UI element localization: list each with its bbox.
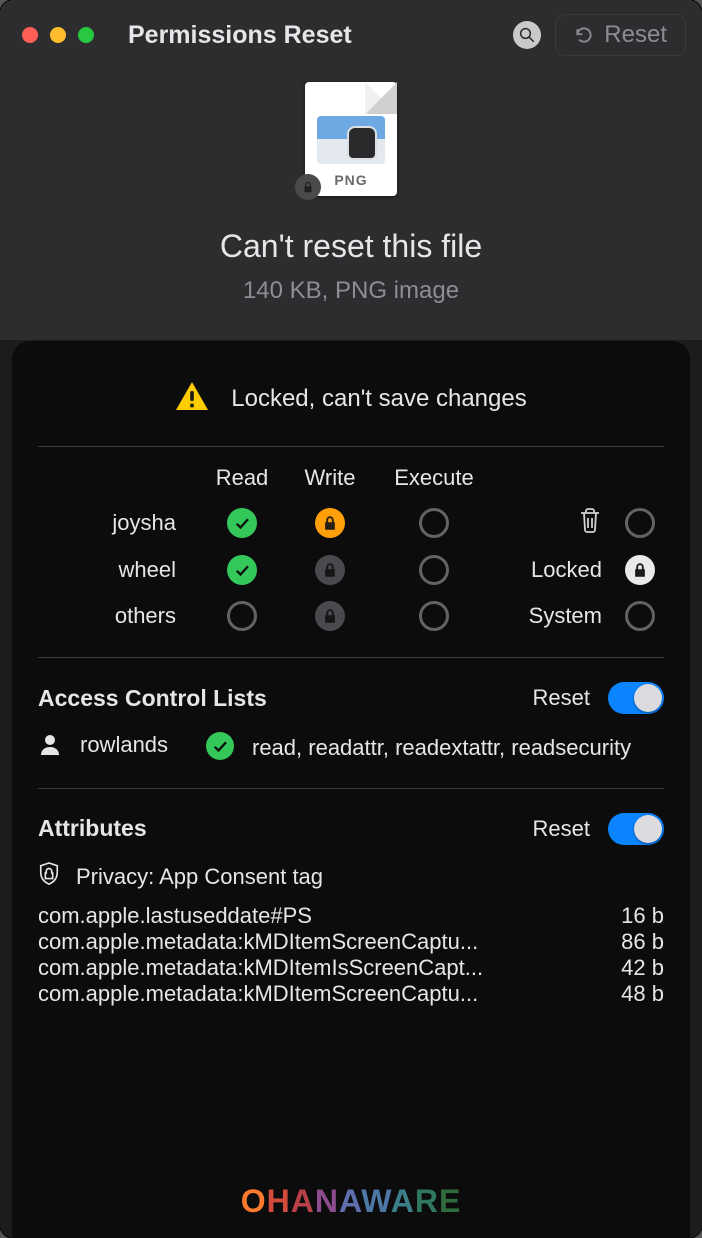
attribute-key: com.apple.metadata:kMDItemScreenCaptu... — [38, 981, 592, 1007]
attribute-size: 42 b — [608, 955, 664, 981]
attribute-key: com.apple.metadata:kMDItemIsScreenCapt..… — [38, 955, 592, 981]
attribute-size: 86 b — [608, 929, 664, 955]
acl-entry: rowlands read, readattr, readextattr, rea… — [38, 732, 664, 764]
file-headline: Can't reset this file — [220, 228, 482, 265]
attribute-key: com.apple.lastuseddate#PS — [38, 903, 592, 929]
trash-icon[interactable] — [578, 507, 602, 539]
perm-col-write: Write — [286, 465, 374, 491]
perm-flag-cell — [616, 508, 664, 538]
perm-wheel-write[interactable] — [315, 555, 345, 585]
app-window: Permissions Reset Reset PNG Can't reset … — [0, 0, 702, 1238]
perm-row-wheel: wheel — [38, 557, 198, 583]
perm-flag-locked-toggle[interactable] — [625, 555, 655, 585]
acl-title: Access Control Lists — [38, 685, 515, 712]
file-extension-badge: PNG — [334, 172, 367, 188]
attribute-privacy-label: Privacy: App Consent tag — [76, 864, 664, 890]
warning-icon — [175, 381, 209, 416]
perm-cell — [286, 555, 374, 585]
perm-cell — [198, 601, 286, 631]
perm-others-execute[interactable] — [419, 601, 449, 631]
details-panel: Locked, can't save changes ReadWriteExec… — [12, 341, 690, 1238]
perm-col-read: Read — [198, 465, 286, 491]
attributes-reset-label: Reset — [533, 816, 590, 842]
perm-wheel-read[interactable] — [227, 555, 257, 585]
file-thumbnail — [317, 116, 385, 164]
attributes-title: Attributes — [38, 815, 515, 842]
perm-col-execute: Execute — [374, 465, 494, 491]
perm-cell — [374, 601, 494, 631]
titlebar: Permissions Reset Reset — [0, 0, 702, 64]
brand-footer: OHANAWARE — [0, 1183, 702, 1220]
titlebar-actions: Reset — [513, 14, 686, 56]
lock-badge-icon — [295, 174, 321, 200]
perm-joysha-read[interactable] — [227, 508, 257, 538]
attribute-key: com.apple.metadata:kMDItemScreenCaptu... — [38, 929, 592, 955]
minimize-window-button[interactable] — [50, 27, 66, 43]
file-subtitle: 140 KB, PNG image — [243, 277, 459, 305]
attribute-row: com.apple.metadata:kMDItemIsScreenCapt..… — [38, 955, 664, 981]
reset-button[interactable]: Reset — [555, 14, 686, 56]
perm-joysha-execute[interactable] — [419, 508, 449, 538]
attributes-section: Attributes Reset Privacy: App Consent ta… — [38, 789, 664, 1031]
search-button[interactable] — [513, 21, 541, 49]
acl-state-circle[interactable] — [206, 732, 234, 760]
zoom-window-button[interactable] — [78, 27, 94, 43]
attribute-row: com.apple.lastuseddate#PS 16 b — [38, 903, 664, 929]
perm-wheel-execute[interactable] — [419, 555, 449, 585]
traffic-lights — [22, 27, 94, 43]
acl-reset-toggle[interactable] — [608, 682, 664, 714]
perm-flag-cell — [616, 555, 664, 585]
perm-flag-system: System — [494, 603, 616, 629]
perm-cell — [286, 601, 374, 631]
acl-reset-label: Reset — [533, 685, 590, 711]
perm-flag-system-toggle[interactable] — [625, 601, 655, 631]
file-hero: PNG Can't reset this file 140 KB, PNG im… — [0, 64, 702, 339]
perm-row-others: others — [38, 603, 198, 629]
file-icon: PNG — [305, 82, 397, 196]
perm-row-joysha: joysha — [38, 510, 198, 536]
perm-joysha-write[interactable] — [315, 508, 345, 538]
perm-others-read[interactable] — [227, 601, 257, 631]
user-icon — [38, 732, 62, 762]
acl-perms: read, readattr, readextattr, readsecurit… — [252, 732, 664, 764]
attribute-row: com.apple.metadata:kMDItemScreenCaptu...… — [38, 981, 664, 1007]
perm-others-write[interactable] — [315, 601, 345, 631]
acl-user-name: rowlands — [80, 732, 188, 758]
perm-flag-trash — [494, 507, 616, 539]
window-title: Permissions Reset — [128, 21, 501, 50]
attribute-size: 16 b — [608, 903, 664, 929]
perm-cell — [198, 508, 286, 538]
acl-section: Access Control Lists Reset rowlands read,… — [38, 658, 664, 789]
shield-icon — [38, 861, 60, 893]
warning-message: Locked, can't save changes — [231, 385, 526, 413]
acl-state — [206, 732, 234, 760]
perm-cell — [374, 555, 494, 585]
attribute-privacy-row: Privacy: App Consent tag — [38, 861, 664, 893]
close-window-button[interactable] — [22, 27, 38, 43]
permissions-grid: ReadWriteExecute joysha wheel Locked others S… — [38, 447, 664, 658]
warning-banner: Locked, can't save changes — [38, 369, 664, 447]
perm-cell — [286, 508, 374, 538]
refresh-icon — [574, 25, 594, 45]
perm-flag-locked: Locked — [494, 557, 616, 583]
attribute-size: 48 b — [608, 981, 664, 1007]
attribute-row: com.apple.metadata:kMDItemScreenCaptu...… — [38, 929, 664, 955]
reset-button-label: Reset — [604, 21, 667, 49]
perm-cell — [374, 508, 494, 538]
attributes-reset-toggle[interactable] — [608, 813, 664, 845]
perm-cell — [198, 555, 286, 585]
perm-flag-trash-toggle[interactable] — [625, 508, 655, 538]
perm-flag-cell — [616, 601, 664, 631]
search-icon — [518, 26, 536, 44]
